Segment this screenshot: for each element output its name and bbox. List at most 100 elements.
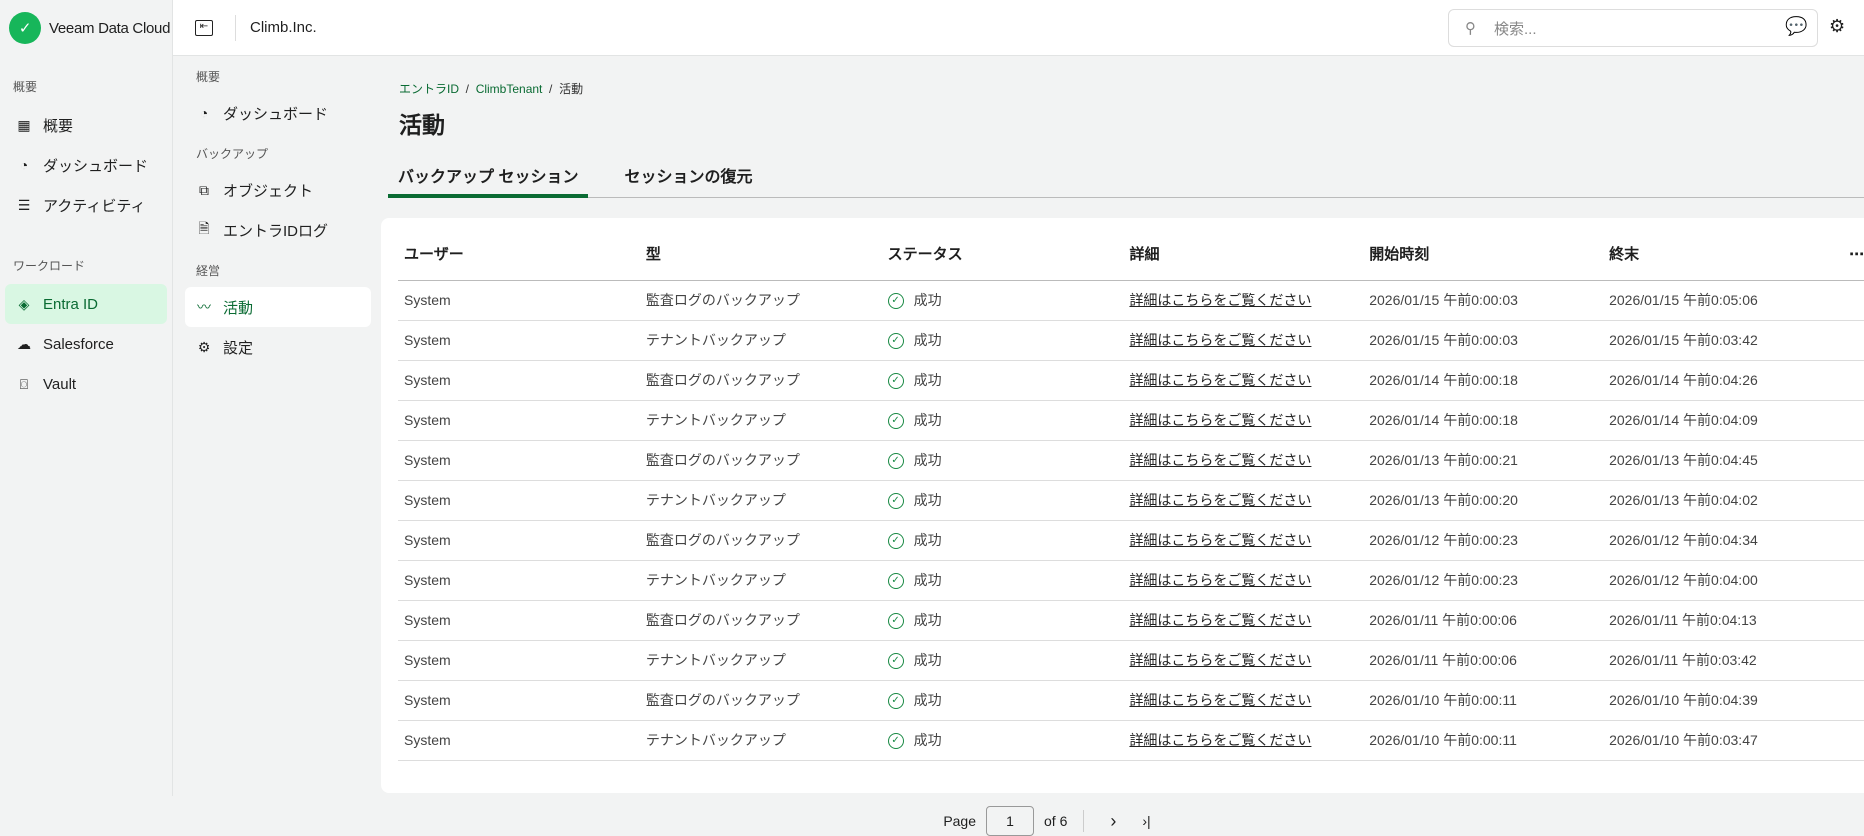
empty-cell: [1842, 520, 1864, 561]
end-time-cell: 2026/01/11 午前0:04:13: [1603, 600, 1843, 641]
details-cell: 詳細はこちらをご覧ください: [1123, 560, 1364, 601]
success-check-icon: ✓: [887, 453, 904, 470]
details-link[interactable]: 詳細はこちらをご覧ください: [1129, 692, 1311, 708]
cell-text: 監査ログのバックアップ: [645, 532, 800, 548]
page-title: 活動: [399, 112, 445, 138]
details-link[interactable]: 詳細はこちらをご覧ください: [1129, 452, 1311, 468]
status-cell: ✓ 成功: [881, 720, 1124, 761]
sidebar-item-dashboard[interactable]: ◔ ダッシュボード: [5, 145, 167, 185]
cell-text: 2026/01/15 午前0:00:03: [1369, 292, 1518, 308]
sidebar-item-activity[interactable]: ☰ アクティビティ: [5, 185, 167, 225]
details-link[interactable]: 詳細はこちらをご覧ください: [1129, 492, 1311, 508]
top-bar: ⇤ Climb.Inc. ⚲ 検索... 💬 ⚙: [173, 0, 1864, 56]
cell-text: 2026/01/13 午前0:00:21: [1369, 452, 1518, 468]
details-link[interactable]: 詳細はこちらをご覧ください: [1129, 572, 1311, 588]
cell-text: 成功: [913, 652, 942, 668]
breadcrumb-link[interactable]: エントラID: [399, 82, 459, 96]
cell-text: 2026/01/15 午前0:05:06: [1609, 292, 1758, 308]
cell-text: 監査ログのバックアップ: [645, 452, 800, 468]
last-page-icon[interactable]: ›|: [1136, 813, 1156, 829]
table-row: System 監査ログのバックアップ ✓ 成功 詳細はこちらをご覧ください 2026/01…: [398, 360, 1864, 401]
empty-cell: [1842, 680, 1864, 721]
details-cell: 詳細はこちらをご覧ください: [1123, 520, 1364, 561]
column-header[interactable]: 終末: [1603, 218, 1843, 281]
cell-text: System: [404, 652, 451, 668]
status-cell: ✓ 成功: [881, 280, 1124, 321]
success-check-icon: ✓: [887, 373, 904, 390]
start-time-cell: 2026/01/11 午前0:00:06: [1363, 640, 1604, 681]
sidebar-item-vault[interactable]: ⌼ Vault: [5, 364, 167, 404]
column-header[interactable]: 開始時刻: [1363, 218, 1604, 281]
cell-text: 2026/01/12 午前0:00:23: [1369, 532, 1518, 548]
breadcrumb-link[interactable]: ClimbTenant: [476, 82, 543, 96]
cell-text: System: [404, 492, 451, 508]
column-header[interactable]: 詳細: [1123, 218, 1364, 281]
table-row: System 監査ログのバックアップ ✓ 成功 詳細はこちらをご覧ください 2026/01…: [398, 600, 1864, 641]
start-time-cell: 2026/01/10 午前0:00:11: [1363, 680, 1604, 721]
page-number-input[interactable]: 1: [986, 806, 1035, 836]
column-header[interactable]: ステータス: [881, 218, 1124, 281]
cell-text: 2026/01/14 午前0:04:26: [1609, 372, 1758, 388]
cell-text: 監査ログのバックアップ: [645, 292, 800, 308]
cell-text: 2026/01/11 午前0:03:42: [1609, 652, 1757, 668]
details-link[interactable]: 詳細はこちらをご覧ください: [1129, 292, 1311, 308]
sidebar-item-overview[interactable]: ▦ 概要: [5, 105, 167, 145]
activity-monitor-icon: 〰: [197, 299, 211, 315]
cell-text: 2026/01/12 午前0:04:00: [1609, 572, 1758, 588]
subnav-item-activity[interactable]: 〰活動: [185, 287, 371, 327]
table-row: System 監査ログのバックアップ ✓ 成功 詳細はこちらをご覧ください 2026/01…: [398, 280, 1864, 321]
label: Vault: [43, 375, 77, 393]
success-check-icon: ✓: [887, 733, 904, 750]
details-link[interactable]: 詳細はこちらをご覧ください: [1129, 532, 1311, 548]
sidebar: ✓ Veeam Data Cloud 概要 ▦ 概要 ◔ ダッシュボード ☰ アクティビ…: [0, 0, 173, 796]
logo[interactable]: ✓ Veeam Data Cloud: [0, 0, 172, 56]
details-link[interactable]: 詳細はこちらをご覧ください: [1129, 652, 1311, 668]
sidebar-item-salesforce[interactable]: ☁ Salesforce: [5, 324, 167, 364]
gear-icon[interactable]: ⚙: [1829, 16, 1845, 37]
tab-restore-sessions[interactable]: セッションの復元: [614, 166, 762, 198]
status-cell: ✓ 成功: [881, 560, 1124, 601]
details-link[interactable]: 詳細はこちらをご覧ください: [1129, 412, 1311, 428]
tab-backup-sessions[interactable]: バックアップ セッション: [388, 166, 589, 198]
cell-text: 2026/01/12 午前0:00:23: [1369, 572, 1518, 588]
subnav-item-settings[interactable]: ⚙ 設定: [185, 327, 371, 367]
cell-text: 成功: [913, 492, 942, 508]
subnav-item-entra-logs[interactable]: 🗎 エントラIDログ: [185, 210, 371, 250]
table-row: System テナントバックアップ ✓ 成功 詳細はこちらをご覧ください 2026/01/…: [398, 320, 1864, 361]
details-cell: 詳細はこちらをご覧ください: [1123, 680, 1364, 721]
empty-cell: [1842, 400, 1864, 441]
search-input[interactable]: ⚲ 検索...: [1448, 9, 1818, 47]
collapse-sidebar-icon[interactable]: ⇤: [195, 19, 213, 36]
cell-text: 2026/01/10 午前0:03:47: [1609, 732, 1758, 748]
cell-text: 2026/01/14 午前0:00:18: [1369, 372, 1518, 388]
sidebar-item-entra-id[interactable]: ◈ Entra ID: [5, 284, 167, 324]
pagination: Page 1 of 6 › ›|: [236, 806, 1864, 836]
table-row: System テナントバックアップ ✓ 成功 詳細はこちらをご覧ください 2026/01/…: [398, 640, 1864, 681]
cube-icon: ⧉: [199, 181, 209, 198]
column-header[interactable]: ⋯: [1842, 218, 1864, 281]
ai-chat-icon[interactable]: 💬: [1785, 16, 1807, 37]
type-cell: テナントバックアップ: [639, 400, 882, 441]
subnav-item-dashboard[interactable]: ◔ ダッシュボード: [185, 93, 371, 133]
subnav-item-objects[interactable]: ⧉ オブジェクト: [185, 170, 371, 210]
column-header[interactable]: ユーザー: [398, 218, 640, 281]
details-link[interactable]: 詳細はこちらをご覧ください: [1129, 332, 1311, 348]
end-time-cell: 2026/01/13 午前0:04:02: [1603, 480, 1843, 521]
details-link[interactable]: 詳細はこちらをご覧ください: [1129, 372, 1311, 388]
column-header[interactable]: 型: [639, 218, 882, 281]
entra-icon: ◈: [18, 295, 30, 312]
details-link[interactable]: 詳細はこちらをご覧ください: [1129, 612, 1311, 628]
veeam-logo-icon: ✓: [9, 12, 41, 44]
empty-cell: [1842, 320, 1864, 361]
next-page-icon[interactable]: ›: [1100, 811, 1126, 832]
user-cell: System: [398, 720, 640, 761]
sessions-table: ユーザー型ステータス 詳細 開始時刻 終末 ⋯ System 監査ログのバックアップ ✓ 成功…: [398, 218, 1864, 761]
cell-text: 成功: [913, 532, 942, 548]
user-cell: System: [398, 320, 640, 361]
type-cell: 監査ログのバックアップ: [639, 280, 882, 321]
cell-text: 監査ログのバックアップ: [645, 692, 800, 708]
details-link[interactable]: 詳細はこちらをご覧ください: [1129, 732, 1311, 748]
type-cell: テナントバックアップ: [639, 320, 882, 361]
cell-text: System: [404, 372, 451, 388]
cell-text: 成功: [913, 412, 942, 428]
